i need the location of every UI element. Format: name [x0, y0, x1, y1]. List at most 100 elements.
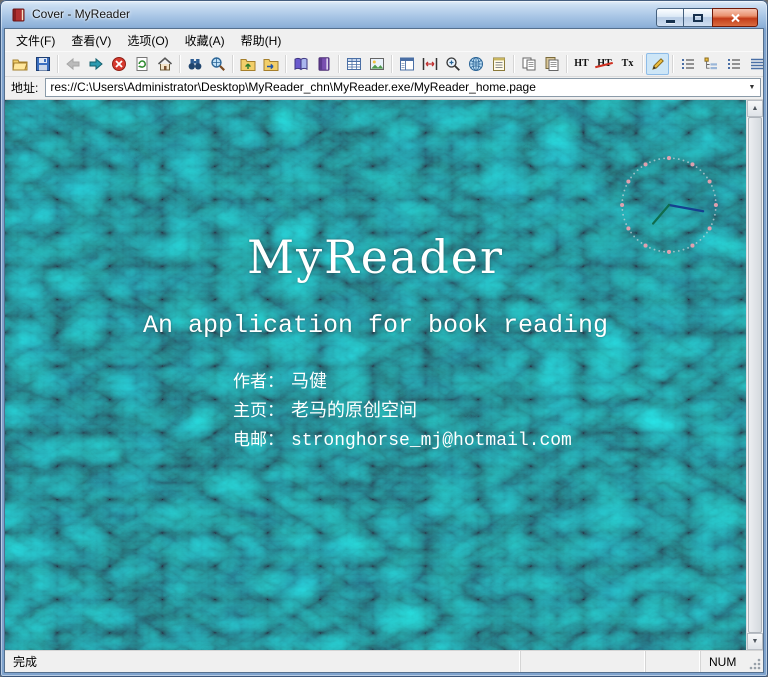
menu-item-favorites[interactable]: 收藏(A) — [177, 29, 233, 52]
toolbar-separator — [391, 55, 392, 73]
grid-view-button[interactable] — [745, 53, 763, 75]
scrollbar-thumb[interactable] — [748, 117, 762, 633]
resize-grip[interactable] — [746, 655, 762, 671]
text-mode-button-label: Tx — [621, 58, 634, 69]
back-button[interactable] — [61, 53, 84, 75]
forward-button[interactable] — [84, 53, 107, 75]
web-search-button[interactable] — [206, 53, 229, 75]
globe-button[interactable] — [464, 53, 487, 75]
window-title: Cover - MyReader — [32, 7, 131, 21]
minimize-icon — [665, 20, 675, 23]
pen-button[interactable] — [646, 53, 669, 75]
scrollbar-track[interactable] — [747, 117, 763, 633]
maximize-button[interactable] — [684, 8, 712, 27]
open-button[interactable] — [8, 53, 31, 75]
toolbar-separator — [642, 55, 643, 73]
refresh-button[interactable] — [130, 53, 153, 75]
fitwidth-icon — [422, 56, 438, 72]
author-line: 作者： 马健 — [233, 368, 572, 397]
html-off-button[interactable]: HT — [593, 53, 616, 75]
homepage-line: 主页： 老马的原创空间 — [233, 397, 572, 426]
folder-up-button[interactable] — [236, 53, 259, 75]
chevron-down-icon: ▼ — [748, 83, 756, 91]
zoom-icon — [445, 56, 461, 72]
status-pane-main: 完成 — [5, 651, 520, 672]
image-view-button[interactable] — [365, 53, 388, 75]
list-icon — [680, 56, 696, 72]
table-view-button[interactable] — [342, 53, 365, 75]
home-button[interactable] — [153, 53, 176, 75]
close-icon — [730, 13, 740, 22]
menu-item-help[interactable]: 帮助(H) — [233, 29, 290, 52]
page-content: MyReader An application for book reading… — [5, 100, 763, 650]
toolbar-separator — [179, 55, 180, 73]
page-text-layer: MyReader An application for book reading… — [5, 100, 746, 650]
globe-icon — [468, 56, 484, 72]
toolbar-separator — [672, 55, 673, 73]
toolbar-separator — [338, 55, 339, 73]
scroll-down-icon: ▼ — [751, 638, 759, 645]
folder-open-icon — [12, 56, 28, 72]
num-lock-indicator: NUM — [700, 651, 746, 672]
list-icon — [726, 56, 742, 72]
detail-list-button[interactable] — [722, 53, 745, 75]
close-button[interactable] — [712, 8, 758, 27]
notes-icon — [491, 56, 507, 72]
layout-button[interactable] — [395, 53, 418, 75]
maximize-icon — [693, 13, 703, 22]
status-pane-2 — [520, 651, 645, 672]
book-button[interactable] — [289, 53, 312, 75]
home-icon — [157, 56, 173, 72]
author-label: 作者： — [233, 372, 284, 391]
stop-icon — [111, 56, 127, 72]
arrow-left-icon — [65, 56, 81, 72]
outline-button[interactable] — [676, 53, 699, 75]
menu-item-options[interactable]: 选项(O) — [119, 29, 176, 52]
text-mode-button[interactable]: Tx — [616, 53, 639, 75]
book2-icon — [316, 56, 332, 72]
page-subtitle: An application for book reading — [142, 311, 609, 340]
stop-button[interactable] — [107, 53, 130, 75]
scroll-up-icon: ▲ — [751, 105, 759, 112]
table-icon — [346, 56, 362, 72]
zoom-button[interactable] — [441, 53, 464, 75]
address-bar: 地址: ▼ — [5, 77, 763, 100]
save-button[interactable] — [31, 53, 54, 75]
minimize-button[interactable] — [656, 8, 684, 27]
address-dropdown-button[interactable]: ▼ — [744, 78, 760, 96]
html-off-button-label: HT — [597, 58, 612, 69]
folder-browse-button[interactable] — [259, 53, 282, 75]
scroll-down-button[interactable]: ▼ — [747, 633, 763, 650]
homepage-value: 老马的原创空间 — [291, 402, 417, 422]
status-pane-3 — [645, 651, 700, 672]
address-label: 地址: — [11, 80, 39, 95]
vertical-scrollbar[interactable]: ▲ ▼ — [746, 100, 763, 650]
email-line: 电邮： stronghorse_mj@hotmail.com — [233, 426, 572, 455]
menu-item-view[interactable]: 查看(V) — [63, 29, 119, 52]
toolbar-separator — [57, 55, 58, 73]
find-button[interactable] — [183, 53, 206, 75]
tree-view-button[interactable] — [699, 53, 722, 75]
client-area: 文件(F)查看(V)选项(O)收藏(A)帮助(H) HT HT Tx 地址: ▼ — [4, 28, 764, 673]
fit-width-button[interactable] — [418, 53, 441, 75]
book-edit-button[interactable] — [312, 53, 335, 75]
address-input[interactable] — [46, 78, 744, 96]
pages2-icon — [544, 56, 560, 72]
menu-item-file[interactable]: 文件(F) — [8, 29, 63, 52]
toolbar-separator — [566, 55, 567, 73]
notes-button[interactable] — [487, 53, 510, 75]
scroll-up-button[interactable]: ▲ — [747, 100, 763, 117]
author-value: 马健 — [291, 373, 327, 393]
copy-page-button[interactable] — [517, 53, 540, 75]
book-icon — [293, 56, 309, 72]
title-bar[interactable]: Cover - MyReader — [4, 0, 764, 28]
folder-up-icon — [240, 56, 256, 72]
export-page-button[interactable] — [540, 53, 563, 75]
binoculars-icon — [187, 56, 203, 72]
toolbar-separator — [232, 55, 233, 73]
menu-bar: 文件(F) 查看(V) 选项(O) 收藏(A) 帮助(H) — [5, 29, 763, 51]
tree-icon — [703, 56, 719, 72]
pen-icon — [650, 56, 666, 72]
floppy-icon — [35, 56, 51, 72]
html-mode-button[interactable]: HT — [570, 53, 593, 75]
